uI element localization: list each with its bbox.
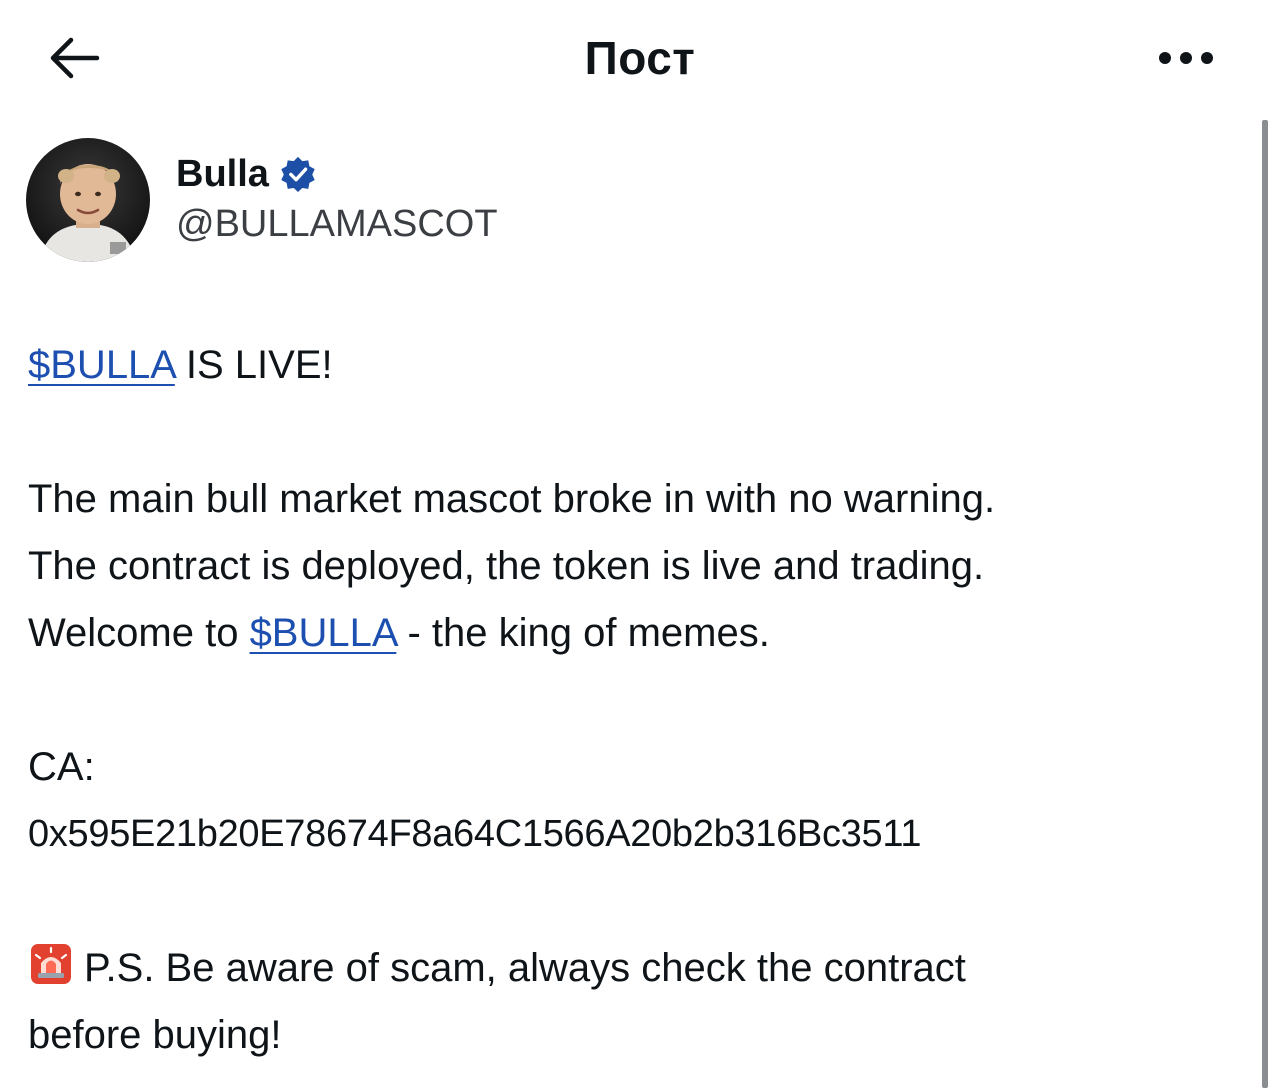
page-title: Пост — [584, 32, 696, 84]
avatar[interactable] — [26, 138, 150, 262]
user-handle[interactable]: @BULLAMASCOT — [176, 202, 498, 246]
ps-text: P.S. Be aware of scam, always check the … — [84, 946, 966, 990]
post-line: before buying! — [28, 1013, 282, 1057]
post-line: P.S. Be aware of scam, always check the … — [28, 935, 1228, 1002]
top-bar: Пост — [0, 0, 1280, 120]
more-options-button[interactable] — [1148, 30, 1224, 86]
name-row: Bulla — [176, 152, 317, 196]
post-line-headline: $BULLA IS LIVE! — [28, 332, 1228, 399]
more-horizontal-icon — [1159, 52, 1213, 64]
ca-label: CA: — [28, 745, 95, 789]
police-light-emoji-icon — [28, 941, 74, 987]
post-line: The main bull market mascot broke in wit… — [28, 477, 996, 521]
cashtag-link[interactable]: $BULLA — [250, 611, 397, 655]
post-line: The contract is deployed, the token is l… — [28, 544, 985, 588]
display-name[interactable]: Bulla — [176, 152, 269, 196]
welcome-text: Welcome to — [28, 611, 250, 655]
avatar-image — [26, 138, 150, 262]
contract-address: 0x595E21b20E78674F8a64C1566A20b2b316Bc35… — [28, 813, 922, 855]
scrollbar[interactable] — [1262, 120, 1268, 1088]
post-line: Welcome to $BULLA - the king of memes. — [28, 600, 1228, 667]
headline-text: IS LIVE! — [174, 343, 333, 387]
post-author: Bulla @BULLAMASCOT — [26, 138, 826, 264]
post-text: $BULLA IS LIVE! The main bull market mas… — [28, 332, 1228, 1069]
cashtag-link[interactable]: $BULLA — [28, 343, 175, 387]
welcome-suffix: - the king of memes. — [396, 611, 770, 655]
verified-badge-icon[interactable] — [279, 155, 317, 193]
